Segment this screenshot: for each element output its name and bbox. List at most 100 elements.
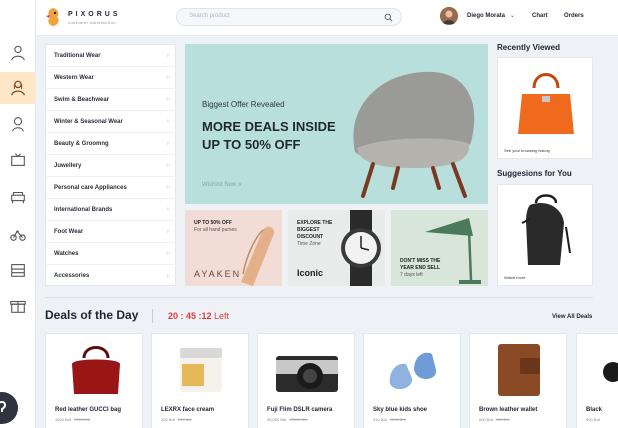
product-name: LEXRX face cream bbox=[161, 407, 215, 413]
rail-man-icon[interactable] bbox=[0, 37, 36, 69]
category-label: Western Wear bbox=[54, 74, 94, 81]
category-item[interactable]: Winter & Seasonal Wear › bbox=[46, 111, 177, 133]
category-item[interactable]: Traditional Wear › bbox=[46, 45, 177, 67]
suggestions-caption[interactable]: Watch more bbox=[504, 275, 525, 280]
category-item[interactable]: International Brands › bbox=[46, 199, 177, 221]
watch-image bbox=[341, 210, 381, 286]
product-image bbox=[603, 362, 618, 382]
chevron-right-icon: › bbox=[166, 74, 169, 81]
category-item[interactable]: Foot Wear › bbox=[46, 221, 177, 243]
hero-kicker: Biggest Offer Revealed bbox=[202, 100, 285, 109]
chevron-down-icon[interactable]: ⌄ bbox=[510, 12, 515, 19]
chevron-right-icon: › bbox=[166, 140, 169, 147]
product-name: Black bbox=[586, 407, 603, 413]
hero-title: MORE DEALS INSIDE UP TO 50% OFF bbox=[202, 119, 336, 152]
category-list: Traditional Wear › Western Wear › Swim & B… bbox=[45, 44, 177, 287]
chevron-right-icon: › bbox=[166, 228, 169, 235]
category-rail bbox=[0, 0, 36, 428]
category-label: Juwellery bbox=[54, 162, 82, 169]
nav-chart-link[interactable]: Chart bbox=[532, 13, 548, 19]
chevron-right-icon: › bbox=[166, 52, 169, 59]
promo-purse[interactable]: UP TO 50% OFF For all hand purses AYAKEN bbox=[185, 210, 282, 286]
category-label: Winter & Seasonal Wear bbox=[54, 118, 123, 125]
category-item[interactable]: Accessories › bbox=[46, 265, 177, 287]
promo-lamp-title: DON'T MISS THE YEAR END SELL 7 days left bbox=[400, 258, 441, 278]
category-label: Beauty & Groomng bbox=[54, 140, 109, 147]
category-item[interactable]: Personal care Appliances › bbox=[46, 177, 177, 199]
recently-viewed-card[interactable]: See your browsing history bbox=[497, 57, 593, 159]
nav-orders-link[interactable]: Orders bbox=[564, 13, 584, 19]
product-image bbox=[276, 356, 338, 392]
product-card[interactable]: Black 900 Bdt bbox=[576, 333, 618, 428]
woman-icon bbox=[11, 80, 25, 96]
suggestions-card[interactable]: Watch more bbox=[497, 184, 593, 286]
promo-lamp[interactable]: DON'T MISS THE YEAR END SELL 7 days left bbox=[391, 210, 488, 286]
chevron-right-icon: › bbox=[166, 250, 169, 257]
rail-woman-icon[interactable] bbox=[0, 72, 36, 104]
sofa-icon bbox=[11, 191, 25, 204]
recently-viewed-caption[interactable]: See your browsing history bbox=[504, 148, 550, 153]
chevron-right-icon: › bbox=[166, 184, 169, 191]
product-price: 300 Bdt 740 Bdt bbox=[161, 417, 192, 422]
chevron-right-icon: › bbox=[166, 96, 169, 103]
avatar[interactable] bbox=[440, 7, 458, 25]
product-card[interactable]: Brown leather wallet 600 Bdt 980 Bdt bbox=[469, 333, 567, 428]
product-name: Red leather GUCCI bag bbox=[55, 407, 122, 413]
product-name: Sky blue kids shoe bbox=[373, 407, 428, 413]
rail-sofa-icon[interactable] bbox=[0, 181, 36, 213]
hero-banner[interactable]: Biggest Offer Revealed MORE DEALS INSIDE… bbox=[185, 44, 488, 204]
category-label: International Brands bbox=[54, 206, 113, 213]
promo-watch[interactable]: EXPLORE THE BIGGEST DISCOUNT Time Zone Ic… bbox=[288, 210, 385, 286]
category-item[interactable]: Watches › bbox=[46, 243, 177, 265]
category-label: Watches bbox=[54, 250, 79, 257]
promo-purse-title: UP TO 50% OFF For all hand purses bbox=[194, 220, 237, 233]
bicycle-icon bbox=[10, 230, 26, 241]
section-divider bbox=[45, 297, 593, 298]
product-price: 910 Bdt 1200 Bdt bbox=[373, 417, 406, 422]
brand-name[interactable]: PIXORUS bbox=[68, 11, 121, 18]
chevron-right-icon: › bbox=[166, 206, 169, 213]
deals-timer: 20 : 45 :12 Left bbox=[168, 311, 230, 321]
man-icon bbox=[11, 45, 25, 61]
user-name[interactable]: Diego Morata bbox=[467, 13, 505, 19]
rail-shelf-icon[interactable] bbox=[0, 254, 36, 286]
rail-bicycle-icon[interactable] bbox=[0, 218, 36, 250]
product-price: 4500 Bdt 7300 Bdt bbox=[55, 417, 91, 422]
category-item[interactable]: Juwellery › bbox=[46, 155, 177, 177]
gift-icon bbox=[10, 300, 26, 313]
category-label: Accessories bbox=[54, 273, 90, 279]
chevron-right-icon: › bbox=[166, 118, 169, 125]
wishlist-link[interactable]: Wishlist Now » bbox=[202, 182, 241, 188]
product-price: 35,000 Bdt 43000 Bdt bbox=[267, 417, 308, 422]
black-backpack-image bbox=[521, 194, 571, 265]
search-icon[interactable] bbox=[384, 13, 393, 22]
help-chat-icon[interactable] bbox=[0, 392, 18, 424]
view-all-deals-link[interactable]: View All Deals bbox=[552, 314, 592, 320]
promo-purse-brand: AYAKEN bbox=[194, 269, 242, 279]
orange-bag-image bbox=[518, 73, 574, 134]
pixorus-logo-icon[interactable] bbox=[44, 7, 62, 27]
product-image bbox=[180, 348, 222, 392]
product-card[interactable]: LEXRX face cream 300 Bdt 740 Bdt bbox=[151, 333, 249, 428]
rail-baby-icon[interactable] bbox=[0, 108, 36, 140]
product-card[interactable]: Fuji Flim DSLR camera 35,000 Bdt 43000 Bd… bbox=[257, 333, 355, 428]
search-input[interactable]: Search product bbox=[176, 8, 402, 26]
category-item[interactable]: Beauty & Groomng › bbox=[46, 133, 177, 155]
category-item[interactable]: Western Wear › bbox=[46, 67, 177, 89]
chevron-right-icon: › bbox=[166, 162, 169, 169]
tv-icon bbox=[11, 153, 25, 166]
category-item[interactable]: Swim & Beachwear › bbox=[46, 89, 177, 111]
top-header: PIXORUS customer satisfaction Search pro… bbox=[36, 0, 618, 36]
product-price: 900 Bdt bbox=[586, 417, 600, 422]
rail-gift-icon[interactable] bbox=[0, 290, 36, 322]
chevron-right-icon: › bbox=[166, 272, 169, 280]
deals-separator bbox=[152, 309, 153, 323]
baby-icon bbox=[12, 117, 24, 132]
brand-tagline: customer satisfaction bbox=[68, 20, 117, 25]
product-card[interactable]: Red leather GUCCI bag 4500 Bdt 7300 Bdt bbox=[45, 333, 143, 428]
promo-watch-brand: Iconic bbox=[297, 268, 324, 278]
category-label: Swim & Beachwear bbox=[54, 96, 110, 103]
product-image bbox=[389, 352, 437, 390]
rail-tv-icon[interactable] bbox=[0, 144, 36, 176]
product-card[interactable]: Sky blue kids shoe 910 Bdt 1200 Bdt bbox=[363, 333, 461, 428]
